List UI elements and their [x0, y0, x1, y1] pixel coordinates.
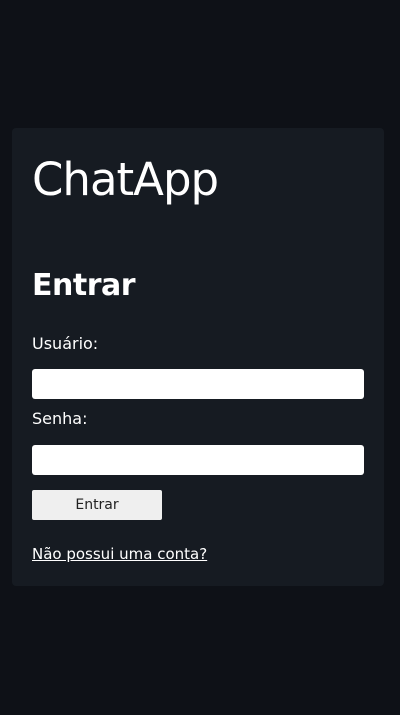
username-label: Usuário: [32, 334, 99, 353]
login-button[interactable]: Entrar [32, 490, 162, 520]
login-card: ChatApp Entrar Usuário: Senha: Entrar Nã… [12, 128, 384, 586]
password-label: Senha: [32, 409, 88, 428]
login-heading: Entrar [32, 268, 136, 303]
username-input[interactable] [32, 369, 364, 399]
register-link[interactable]: Não possui uma conta? [32, 544, 207, 564]
app-title: ChatApp [32, 153, 219, 206]
password-input[interactable] [32, 445, 364, 475]
